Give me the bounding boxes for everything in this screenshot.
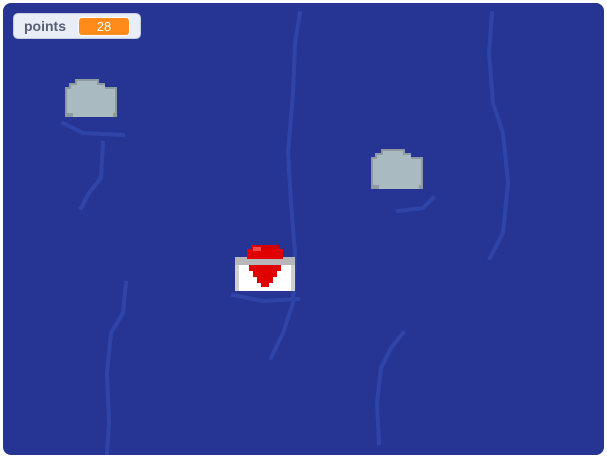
rock-icon[interactable] (61, 77, 125, 125)
points-label: points (24, 18, 66, 34)
game-stage[interactable]: points 28 (3, 3, 604, 455)
points-monitor[interactable]: points 28 (13, 13, 141, 39)
heart-envelope-icon[interactable] (233, 243, 297, 295)
rock-icon[interactable] (367, 147, 431, 195)
points-value: 28 (78, 16, 130, 36)
water-ripples (60, 10, 511, 455)
